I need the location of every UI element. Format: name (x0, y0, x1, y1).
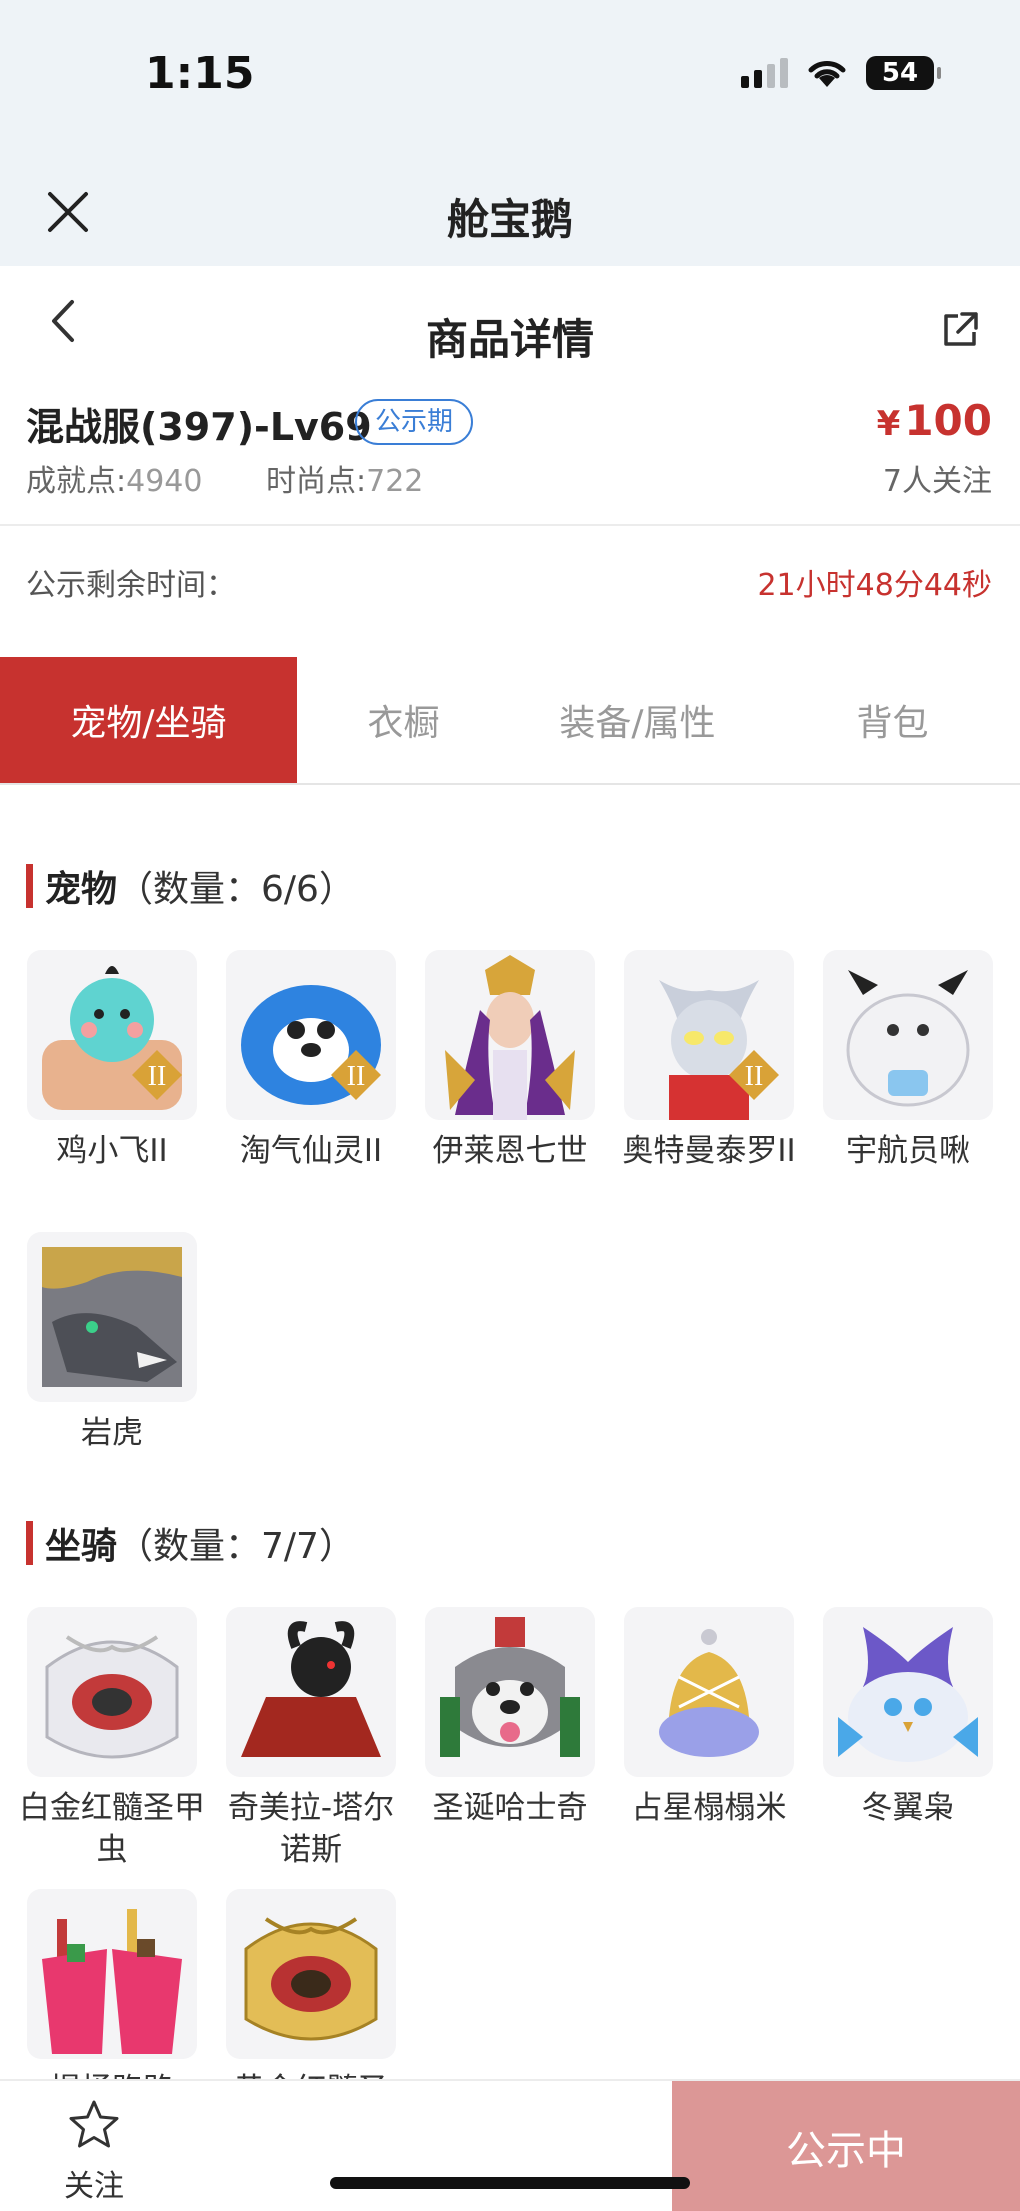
publicity-status-button[interactable]: 公示中 (672, 2081, 1020, 2211)
pet-name: 奥特曼泰罗II (622, 1133, 796, 1169)
husky-mount-icon (425, 1607, 595, 1777)
pet-item[interactable]: II 淘气仙灵II (226, 950, 396, 1172)
page-header: 商品详情 (0, 266, 1020, 366)
queen-pet-icon (425, 950, 595, 1120)
blue-dog-pet-icon: II (226, 950, 396, 1120)
section-marker (26, 1521, 33, 1565)
astronaut-pet-icon (823, 950, 993, 1120)
status-time: 1:15 (145, 48, 255, 99)
mount-name: 白金红髓圣甲虫 (19, 1790, 205, 1868)
tab-pets-mounts[interactable]: 宠物/坐骑 (0, 657, 297, 783)
mount-item[interactable]: 白金红髓圣甲虫 (19, 1607, 205, 1871)
notice-countdown: 21小时48分44秒 (757, 568, 992, 603)
pets-title: 宠物 (45, 869, 118, 910)
pets-count: （数量：6/6） (117, 869, 355, 910)
svg-text:II: II (745, 1061, 764, 1092)
section-marker (26, 864, 33, 908)
currency-symbol: ¥ (876, 404, 901, 444)
status-icons: 54 (741, 56, 941, 90)
fashion-points: 时尚点:722 (266, 456, 423, 500)
mount-item[interactable]: 奇美拉-塔尔诺斯 (226, 1607, 396, 1871)
tab-wardrobe[interactable]: 衣橱 (297, 657, 510, 783)
gold-beetle-mount-icon (226, 1889, 396, 2059)
bottom-action-bar: 关注 公示中 (0, 2079, 1020, 2211)
mount-item[interactable]: 圣诞哈士奇 (425, 1607, 595, 1829)
mount-name: 奇美拉-塔尔诺斯 (227, 1790, 395, 1868)
chimera-mount-icon (226, 1607, 396, 1777)
product-name: 混战服(397)-Lv69 (26, 405, 372, 449)
price: ¥100 (877, 396, 992, 445)
owl-mount-icon (823, 1607, 993, 1777)
share-icon[interactable] (940, 310, 980, 350)
pet-item[interactable]: 岩虎 (27, 1232, 197, 1454)
product-summary: 混战服(397)-Lv69 公示期 ¥100 成就点:4940 时尚点:722 … (0, 390, 1020, 525)
astrology-mount-icon (624, 1607, 794, 1777)
mounts-title: 坐骑 (45, 1526, 118, 1567)
pet-name: 宇航员啾 (846, 1133, 970, 1169)
pets-section-title: 宠物 （数量：6/6） (26, 860, 355, 912)
battery-icon: 54 (866, 56, 941, 90)
mount-item[interactable]: 提桶跑路 (27, 1889, 197, 2111)
pet-name: 淘气仙灵II (239, 1133, 383, 1169)
follow-label: 关注 (64, 2169, 124, 2204)
mounts-section-title: 坐骑 （数量：7/7） (26, 1517, 355, 1569)
tab-equipment[interactable]: 装备/属性 (510, 657, 765, 783)
mount-name: 圣诞哈士奇 (432, 1790, 588, 1826)
svg-text:II: II (148, 1061, 167, 1092)
tab-backpack[interactable]: 背包 (765, 657, 1020, 783)
achievement-label: 成就点: (26, 464, 127, 499)
wolf-pet-icon (27, 1232, 197, 1402)
notice-label: 公示剩余时间： (26, 568, 236, 603)
app-title: 舱宝鹅 (446, 195, 573, 244)
tab-bar: 宠物/坐骑 衣橱 装备/属性 背包 (0, 657, 1020, 785)
wifi-icon (808, 61, 846, 87)
star-icon (69, 2100, 119, 2148)
follower-count: 7人关注 (882, 464, 992, 499)
pet-name: 岩虎 (81, 1415, 143, 1451)
top-app-area: 1:15 54 舱宝鹅 (0, 0, 1020, 266)
pet-item[interactable]: II 鸡小飞II (27, 950, 197, 1172)
divider (0, 524, 1020, 526)
fashion-value: 722 (366, 464, 424, 499)
pet-name: 伊莱恩七世 (432, 1133, 588, 1169)
mount-item[interactable]: 冬翼枭 (823, 1607, 993, 1829)
pet-item[interactable]: 伊莱恩七世 (425, 950, 595, 1172)
achievement-value: 4940 (126, 464, 203, 499)
cellular-signal-icon (741, 58, 788, 88)
mounts-count: （数量：7/7） (117, 1526, 355, 1567)
pet-item[interactable]: 宇航员啾 (823, 950, 993, 1172)
home-indicator (330, 2177, 690, 2189)
mount-item[interactable]: 黄金红髓圣 (226, 1889, 396, 2111)
pet-item[interactable]: II 奥特曼泰罗II (622, 950, 796, 1172)
follow-button[interactable]: 关注 (44, 2097, 144, 2205)
bucket-mount-icon (27, 1889, 197, 2059)
status-badge: 公示期 (355, 399, 474, 445)
page-title: 商品详情 (425, 315, 594, 364)
silver-beetle-mount-icon (27, 1607, 197, 1777)
chick-pet-icon: II (27, 950, 197, 1120)
fashion-label: 时尚点: (266, 464, 367, 499)
ultraman-pet-icon: II (624, 950, 794, 1120)
mount-name: 占星榻榻米 (631, 1790, 787, 1826)
pet-name: 鸡小飞II (56, 1133, 168, 1169)
achievement-points: 成就点:4940 (26, 456, 202, 500)
mount-item[interactable]: 占星榻榻米 (624, 1607, 794, 1829)
price-value: 100 (904, 396, 992, 445)
svg-text:II: II (347, 1061, 366, 1092)
mount-name: 冬翼枭 (861, 1790, 955, 1826)
